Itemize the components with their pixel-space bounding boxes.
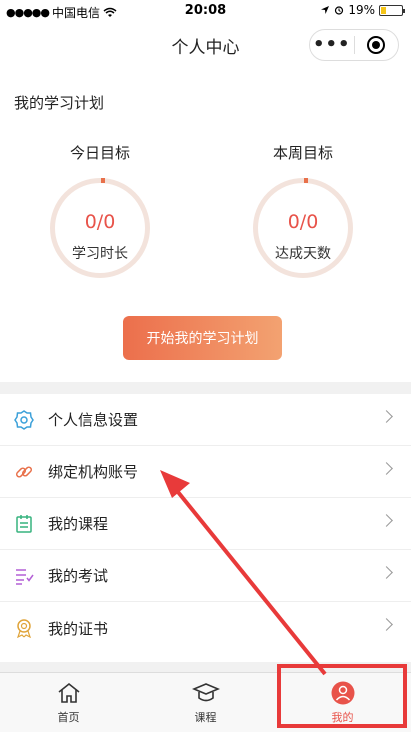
bottom-divider <box>0 662 411 672</box>
chevron-right-icon <box>380 618 393 631</box>
menu-item-profile-settings[interactable]: 个人信息设置 <box>0 394 411 446</box>
status-right: 19% <box>320 3 405 17</box>
status-bar: ●●●●● 中国电信 20:08 19% <box>0 0 411 22</box>
capsule-close-button[interactable] <box>354 36 398 54</box>
weekly-progress-marker <box>304 178 308 183</box>
nav-bar: 个人中心 ••• <box>0 22 411 66</box>
menu-item-label: 我的考试 <box>48 567 109 585</box>
mini-program-capsule: ••• <box>309 29 399 61</box>
plan-title: 我的学习计划 <box>14 94 105 112</box>
menu-item-label: 我的课程 <box>48 515 109 533</box>
home-icon <box>58 682 79 703</box>
menu-item-my-certificates[interactable]: 我的证书 <box>0 602 411 654</box>
menu-item-my-exams[interactable]: 我的考试 <box>0 550 411 602</box>
daily-goal-subtitle: 学习时长 <box>72 246 128 262</box>
settings-menu: 个人信息设置 绑定机构账号 我的课程 我的考试 我的证书 <box>0 394 411 654</box>
calendar-list-icon <box>13 513 35 535</box>
user-icon <box>331 681 354 705</box>
menu-item-label: 绑定机构账号 <box>48 463 139 481</box>
weekly-goal-label: 本周目标 <box>272 144 333 162</box>
weekly-goal: 本周目标 0/0 达成天数 <box>243 142 363 278</box>
menu-item-label: 我的证书 <box>48 619 109 638</box>
weekly-goal-value: 0/0 <box>287 211 319 233</box>
location-arrow-icon <box>321 6 330 14</box>
menu-item-bind-account[interactable]: 绑定机构账号 <box>0 446 411 498</box>
daily-goal: 今日目标 0/0 学习时长 <box>40 142 160 278</box>
menu-item-label: 个人信息设置 <box>48 411 139 429</box>
battery-icon <box>379 4 405 16</box>
tab-mine[interactable]: 我的 <box>274 673 411 732</box>
graduation-cap-icon <box>191 683 220 702</box>
tab-label: 首页 <box>57 711 80 724</box>
menu-item-my-courses[interactable]: 我的课程 <box>0 498 411 550</box>
tab-home[interactable]: 首页 <box>0 673 137 732</box>
tab-bar: 首页 课程 我的 <box>0 672 411 732</box>
learning-plan-section: 我的学习计划 今日目标 0/0 学习时长 本周目标 0/0 达成天数 开始我的学… <box>0 66 411 382</box>
tab-courses[interactable]: 课程 <box>137 673 274 732</box>
gear-icon <box>13 409 35 431</box>
chevron-right-icon <box>380 462 393 475</box>
battery-percent: 19% <box>348 3 375 17</box>
certificate-icon <box>13 617 35 639</box>
weekly-goal-subtitle: 达成天数 <box>275 246 331 262</box>
alarm-icon <box>335 6 344 15</box>
chevron-right-icon <box>380 410 393 423</box>
section-divider <box>0 382 411 394</box>
daily-progress-marker <box>101 178 105 183</box>
daily-goal-label: 今日目标 <box>69 144 130 162</box>
chevron-right-icon <box>380 514 393 527</box>
start-plan-button[interactable]: 开始我的学习计划 <box>123 316 282 360</box>
link-icon <box>13 461 35 483</box>
weekly-goal-ring: 0/0 达成天数 <box>253 178 353 278</box>
more-icon[interactable]: ••• <box>310 30 354 60</box>
tab-label: 课程 <box>194 711 217 724</box>
capsule-close-icon <box>367 36 386 54</box>
daily-goal-ring: 0/0 学习时长 <box>50 178 150 278</box>
exam-list-icon <box>13 565 35 587</box>
tab-label: 我的 <box>331 711 354 724</box>
daily-goal-value: 0/0 <box>84 211 116 233</box>
chevron-right-icon <box>380 566 393 579</box>
